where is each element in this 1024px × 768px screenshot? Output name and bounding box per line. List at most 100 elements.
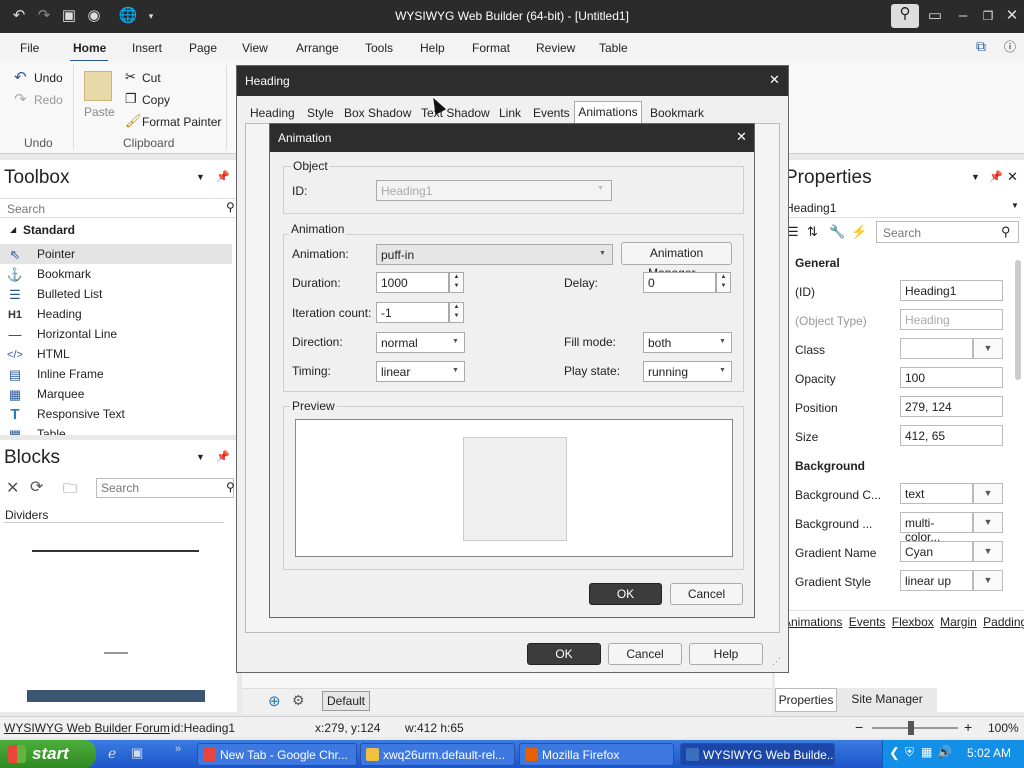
copy-button[interactable]: Copy	[142, 93, 170, 107]
menu-page[interactable]: Page	[189, 41, 217, 55]
menu-tools[interactable]: Tools	[365, 41, 393, 55]
chevron-down-icon[interactable]: ▼	[196, 452, 205, 462]
media-icon[interactable]: ▣	[131, 745, 143, 761]
volume-icon[interactable]: 🔊	[937, 745, 952, 759]
heading-cancel-button[interactable]: Cancel	[608, 643, 682, 665]
zoom-in-icon[interactable]: +	[964, 719, 972, 735]
divider-block-preview[interactable]	[27, 690, 205, 702]
toolbox-item-pointer[interactable]: ⇖ Pointer	[0, 244, 232, 264]
property-value-background[interactable]: multi-color...	[900, 512, 973, 544]
resize-grip-icon[interactable]: ⋰	[772, 656, 781, 667]
search-icon[interactable]: ⚲	[226, 480, 235, 494]
pin-icon[interactable]: 📌	[216, 170, 230, 183]
toolbox-item-marquee[interactable]: ▦ Marquee	[0, 384, 236, 404]
animation-select[interactable]: puff-in	[376, 244, 613, 265]
close-icon[interactable]: ✕	[769, 72, 780, 88]
tab-properties[interactable]: Properties	[775, 688, 837, 712]
property-value-gradient-style[interactable]: linear up	[900, 570, 973, 591]
tab-bookmark[interactable]: Bookmark	[650, 106, 704, 120]
duration-spinner[interactable]: ▲ ▼	[449, 272, 464, 293]
toolbox-item-horizontal-line[interactable]: — Horizontal Line	[0, 324, 236, 344]
divider-block-preview[interactable]	[104, 652, 128, 654]
toolbox-search-input[interactable]: Search	[0, 198, 237, 218]
task-wysiwyg[interactable]: WYSIWYG Web Builde...	[680, 743, 835, 766]
link-animations[interactable]: Animations	[783, 615, 842, 629]
toolbox-item-responsive-text[interactable]: T Responsive Text	[0, 404, 236, 424]
menu-file[interactable]: File	[20, 41, 39, 55]
property-value-opacity[interactable]: 100	[900, 367, 1003, 388]
link-events[interactable]: Events	[849, 615, 886, 629]
menu-view[interactable]: View	[242, 41, 268, 55]
toolbox-item-heading[interactable]: H1 Heading	[0, 304, 236, 324]
blocks-search-input[interactable]: Search	[96, 478, 234, 498]
delay-input[interactable]: 0	[643, 272, 716, 293]
toolbox-item-table[interactable]: ▦ Table	[0, 424, 236, 435]
format-painter-button[interactable]: Format Painter	[142, 115, 221, 129]
tab-box-shadow[interactable]: Box Shadow	[344, 106, 411, 120]
menu-home[interactable]: Home	[73, 41, 106, 55]
task-firefox[interactable]: Mozilla Firefox	[519, 743, 674, 766]
heading-ok-button[interactable]: OK	[527, 643, 601, 665]
collapse-icon[interactable]: ◢	[10, 225, 16, 234]
layout-icon[interactable]: ⧉	[976, 38, 986, 55]
link-flexbox[interactable]: Flexbox	[892, 615, 934, 629]
menu-insert[interactable]: Insert	[132, 41, 162, 55]
minimize-icon[interactable]: –	[952, 6, 974, 26]
folder-icon[interactable]: 🗀	[63, 478, 77, 502]
tab-heading[interactable]: Heading	[250, 106, 295, 120]
iteration-count-input[interactable]: -1	[376, 302, 449, 323]
property-value-position[interactable]: 279, 124	[900, 396, 1003, 417]
start-button[interactable]: start	[0, 740, 96, 768]
property-value-size[interactable]: 412, 65	[900, 425, 1003, 446]
tab-animations[interactable]: Animations	[574, 101, 642, 123]
sort-icon[interactable]: ⇅	[807, 224, 818, 240]
dropdown-button[interactable]: ▼	[973, 541, 1003, 562]
task-chrome[interactable]: New Tab - Google Chr...	[197, 743, 357, 766]
iteration-count-spinner[interactable]: ▲ ▼	[449, 302, 464, 323]
dropdown-button[interactable]: ▼	[973, 570, 1003, 591]
ribbon-display-icon[interactable]: ▭	[924, 6, 946, 26]
property-value-class[interactable]	[900, 338, 973, 359]
toolbox-item-bulleted-list[interactable]: ☰ Bulleted List	[0, 284, 236, 304]
chevron-down-icon[interactable]: ▼	[196, 172, 205, 182]
properties-search-input[interactable]: Search	[876, 221, 1019, 243]
toolbox-item-html[interactable]: </> HTML	[0, 344, 236, 364]
refresh-icon[interactable]: ⟳	[30, 477, 43, 497]
pin-icon[interactable]: 📌	[989, 170, 1003, 183]
scrollbar-thumb[interactable]	[1015, 260, 1021, 380]
add-page-icon[interactable]: ⊕	[268, 692, 281, 710]
redo-button[interactable]: Redo	[34, 93, 63, 107]
animation-cancel-button[interactable]: Cancel	[670, 583, 743, 605]
wrench-icon[interactable]: 🔧	[829, 224, 845, 240]
animation-manager-button[interactable]: Animation Manager...	[621, 242, 732, 280]
close-icon[interactable]: ✕	[1001, 6, 1023, 26]
delay-spinner[interactable]: ▲ ▼	[716, 272, 731, 293]
page-tab-default[interactable]: Default	[322, 691, 370, 711]
chevron-down-icon[interactable]: ▼	[971, 172, 980, 182]
close-icon[interactable]: ✕	[6, 478, 19, 498]
tab-style[interactable]: Style	[307, 106, 334, 120]
help-circle-icon[interactable]: ⓘ	[1004, 38, 1016, 55]
page-settings-icon[interactable]: ⚙	[292, 692, 305, 709]
zoom-slider-thumb[interactable]	[908, 721, 914, 735]
forum-link[interactable]: WYSIWYG Web Builder Forum	[4, 721, 170, 735]
close-icon[interactable]: ✕	[736, 129, 747, 145]
toolbox-item-bookmark[interactable]: ⚓ Bookmark	[0, 264, 236, 284]
ie-icon[interactable]: ℯ	[108, 745, 116, 762]
property-value-id[interactable]: Heading1	[900, 280, 1003, 301]
animation-ok-button[interactable]: OK	[589, 583, 662, 605]
heading-help-button[interactable]: Help	[689, 643, 763, 665]
undo-button[interactable]: Undo	[34, 71, 63, 85]
class-dropdown-button[interactable]: ▼	[973, 338, 1003, 359]
overflow-icon[interactable]: »	[175, 743, 181, 755]
menu-table[interactable]: Table	[599, 41, 628, 55]
link-padding[interactable]: Padding	[983, 615, 1024, 629]
network-icon[interactable]: ▦	[921, 745, 932, 759]
property-value-gradient-name[interactable]: Cyan	[900, 541, 973, 562]
dropdown-button[interactable]: ▼	[973, 483, 1003, 504]
close-icon[interactable]: ✕	[1007, 169, 1018, 185]
menu-help[interactable]: Help	[420, 41, 445, 55]
object-selector[interactable]: Heading1 ▼	[783, 198, 1021, 218]
back-arrow-icon[interactable]: ❮	[889, 745, 900, 761]
menu-review[interactable]: Review	[536, 41, 575, 55]
